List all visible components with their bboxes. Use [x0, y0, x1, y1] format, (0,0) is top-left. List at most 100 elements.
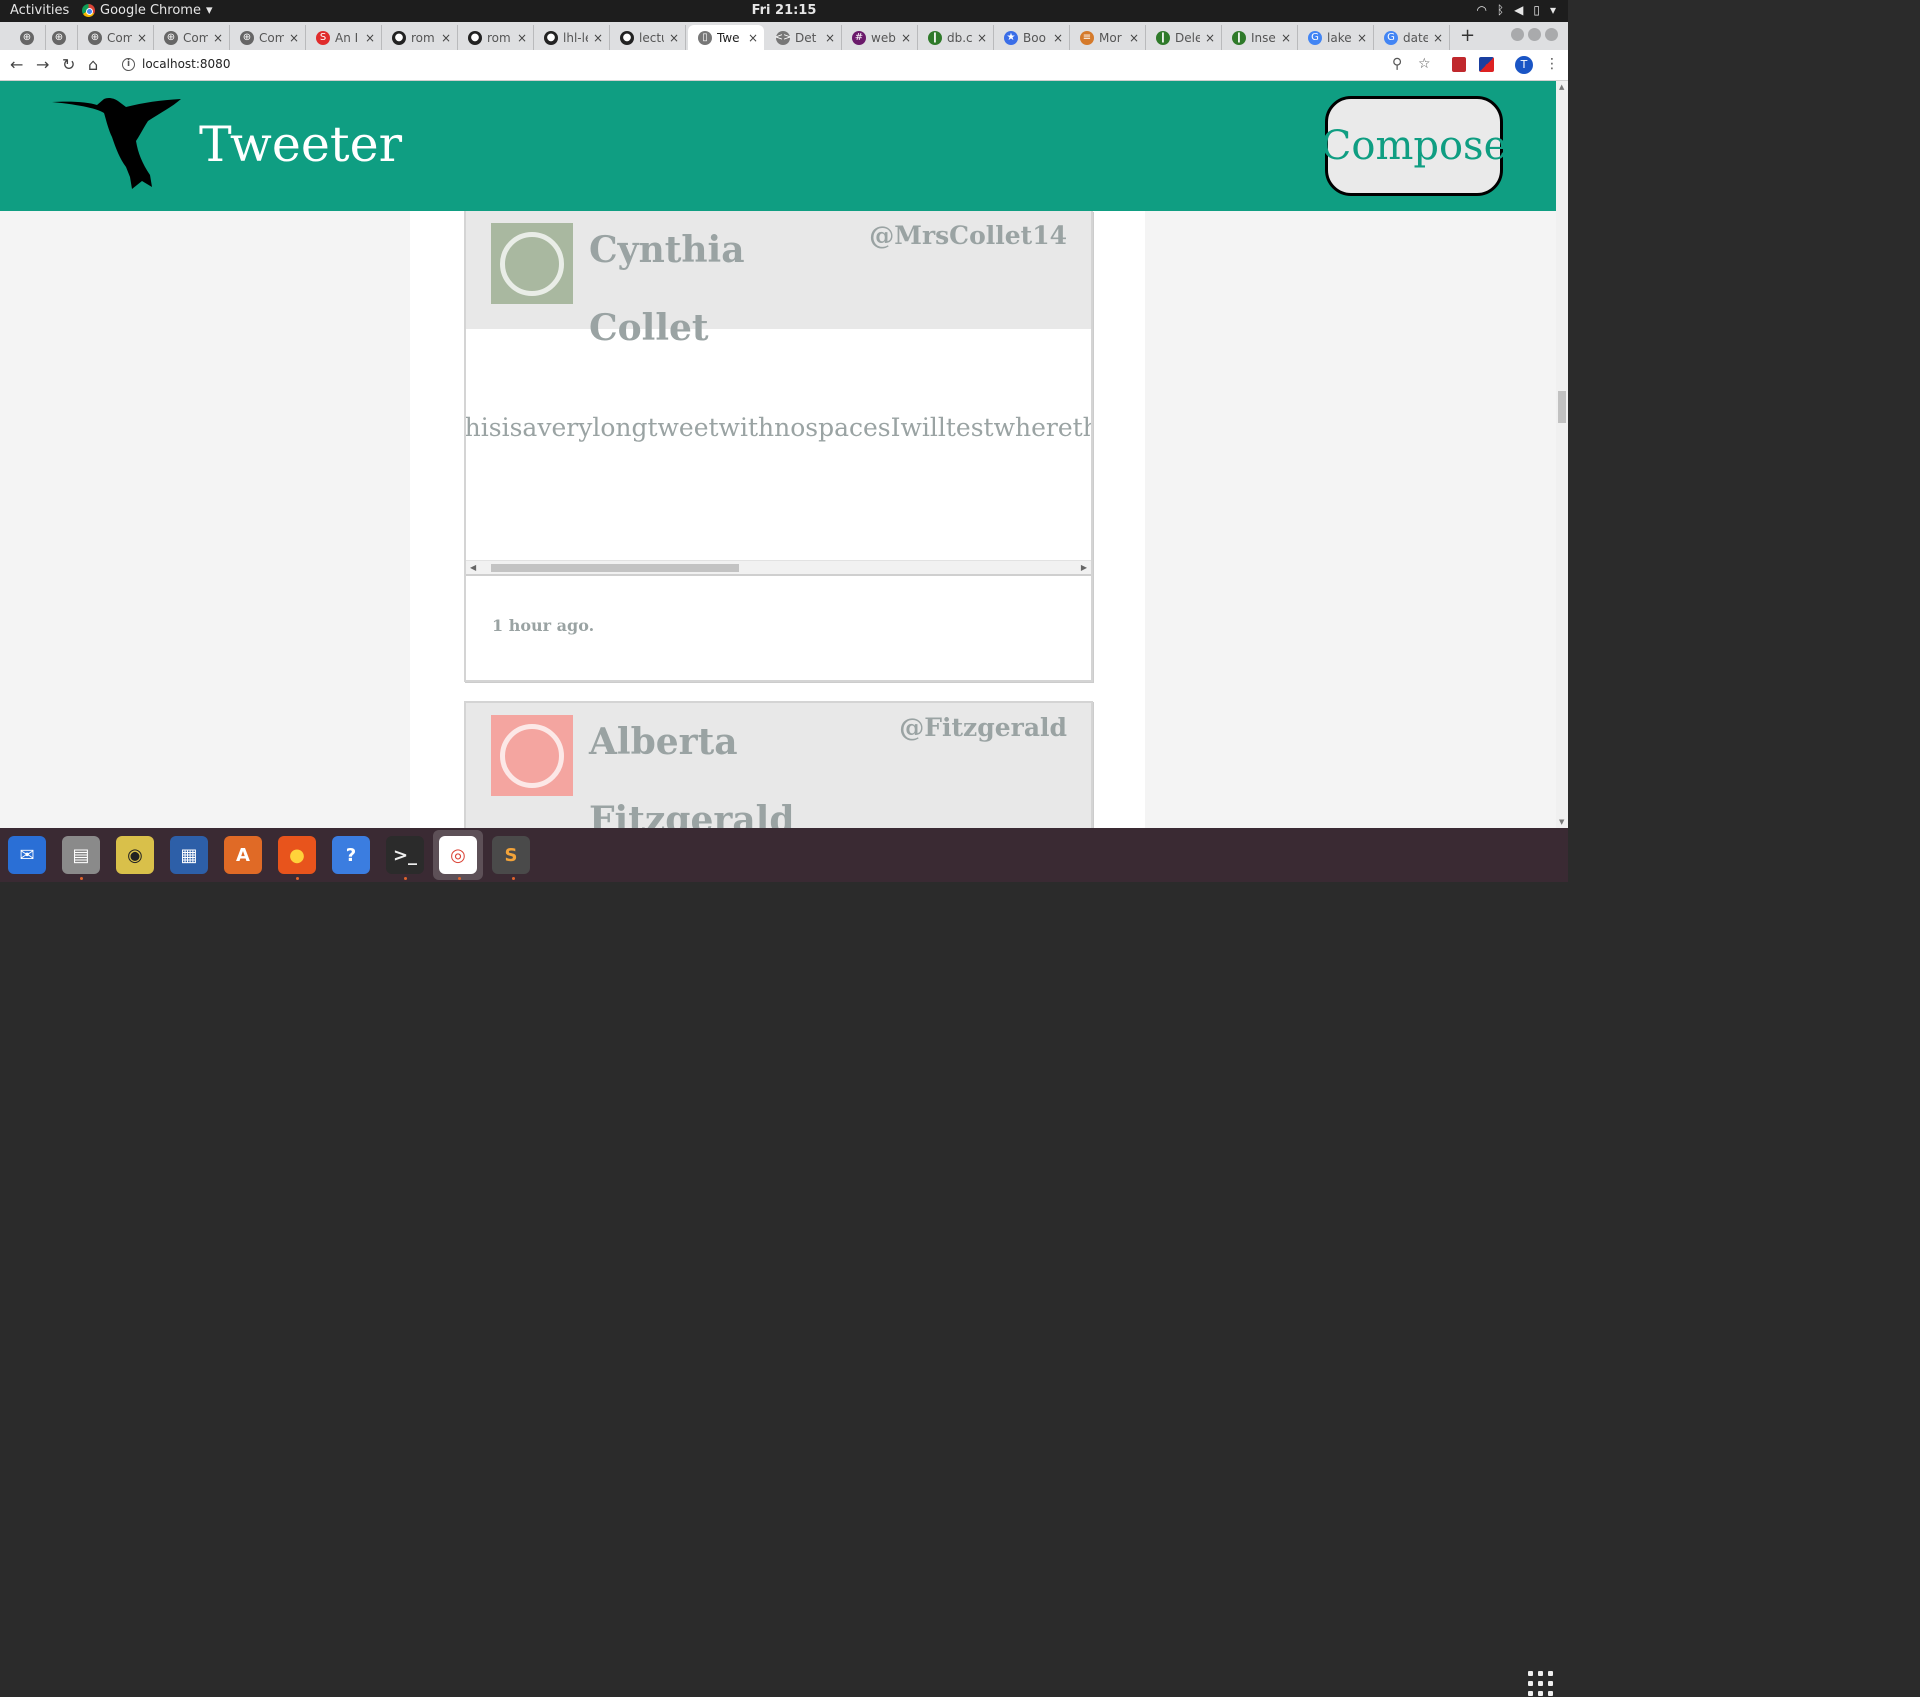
browser-tab[interactable]: ⊕ Com × [154, 25, 230, 50]
tab-title: date [1403, 30, 1428, 45]
close-tab-icon[interactable]: × [441, 31, 451, 45]
volume-icon: ◀ [1514, 3, 1524, 17]
browser-tab[interactable]: ≡ Mor × [1070, 25, 1146, 50]
reload-icon[interactable]: ↻ [62, 55, 75, 74]
horizontal-scrollbar[interactable]: ◀ ▶ [466, 560, 1091, 574]
scroll-left-icon[interactable]: ◀ [470, 563, 476, 572]
thunderbird-icon[interactable]: ✉ [8, 836, 46, 874]
browser-tab[interactable]: ● rom × [458, 25, 534, 50]
battery-icon: ▯ [1533, 3, 1540, 17]
close-window-button[interactable] [1545, 28, 1558, 41]
extension-flag-icon[interactable] [1479, 57, 1494, 72]
tweet-text-container: ThisisaverylongtweetwithnospacesIwilltes… [466, 413, 1091, 442]
tab-title: web [871, 30, 896, 45]
scrollbar-thumb[interactable] [491, 564, 739, 572]
terminal-icon[interactable]: >_ [386, 836, 424, 874]
address-bar[interactable]: localhost:8080 [142, 57, 230, 71]
browser-tab[interactable]: ❙ Inse × [1222, 25, 1298, 50]
browser-tab[interactable]: ● rom × [382, 25, 458, 50]
chevron-down-icon: ▾ [1549, 3, 1556, 17]
close-tab-icon[interactable]: × [1357, 31, 1367, 45]
chrome-icon[interactable]: ◎ [433, 830, 483, 880]
scroll-right-icon[interactable]: ▶ [1081, 563, 1087, 572]
back-arrow-icon[interactable]: ← [10, 55, 23, 74]
scrollbar-thumb[interactable] [1558, 391, 1566, 423]
wifi-icon: ◠ [1476, 3, 1487, 17]
software-center-icon[interactable]: A [224, 836, 262, 874]
home-icon[interactable]: ⌂ [88, 55, 98, 74]
scribd-icon: S [316, 30, 330, 45]
firefox-icon[interactable]: ● [278, 836, 316, 874]
profile-avatar[interactable]: T [1515, 56, 1533, 74]
close-tab-icon[interactable]: × [593, 31, 603, 45]
browser-tab[interactable]: <> Det × [766, 25, 842, 50]
page-vertical-scrollbar[interactable]: ▲ ▼ [1556, 81, 1568, 828]
tab-title: Dele [1175, 30, 1200, 45]
scroll-up-icon[interactable]: ▲ [1559, 83, 1564, 91]
close-tab-icon[interactable]: × [365, 31, 375, 45]
tab-title: rom [487, 30, 511, 45]
minimize-button[interactable] [1511, 28, 1524, 41]
tweet-author-name: Alberta Fitzgerald [589, 721, 795, 828]
show-applications-icon[interactable] [1528, 1671, 1554, 1697]
browser-tab[interactable]: ⊕ Com × [230, 25, 306, 50]
close-tab-icon[interactable]: × [825, 31, 835, 45]
star-icon: ★ [1004, 30, 1018, 45]
browser-tab[interactable]: ⊕ [46, 25, 78, 50]
close-tab-icon[interactable]: × [901, 31, 911, 45]
forward-arrow-icon[interactable]: → [36, 55, 49, 74]
close-tab-icon[interactable]: × [748, 31, 758, 45]
close-tab-icon[interactable]: × [137, 31, 147, 45]
kebab-menu-icon[interactable]: ⋮ [1545, 56, 1559, 72]
close-tab-icon[interactable]: × [517, 31, 527, 45]
site-info-icon[interactable]: i [122, 58, 135, 71]
browser-tab[interactable]: # web × [842, 25, 918, 50]
close-tab-icon[interactable]: × [1053, 31, 1063, 45]
close-tab-icon[interactable]: × [213, 31, 223, 45]
rhythmbox-icon[interactable]: ◉ [116, 836, 154, 874]
close-tab-icon[interactable]: × [1129, 31, 1139, 45]
hummingbird-logo-icon [52, 97, 181, 189]
files-icon[interactable]: ▤ [62, 836, 100, 874]
tweet-text: ThisisaverylongtweetwithnospacesIwilltes… [466, 413, 1091, 442]
close-tab-icon[interactable]: × [1281, 31, 1291, 45]
ublock-extension-icon[interactable] [1452, 57, 1466, 72]
browser-tab[interactable]: ❙ db.c × [918, 25, 994, 50]
running-indicator [458, 877, 461, 880]
browser-tab[interactable]: Glake × [1298, 25, 1374, 50]
github-icon: ● [468, 30, 482, 45]
window-controls [1511, 28, 1558, 41]
close-tab-icon[interactable]: × [669, 31, 679, 45]
browser-tab[interactable]: ⊕ Com × [78, 25, 154, 50]
new-tab-button[interactable]: + [1460, 25, 1475, 46]
scroll-down-icon[interactable]: ▼ [1559, 818, 1564, 826]
bluetooth-icon: ᛒ [1496, 3, 1505, 17]
browser-tab[interactable]: ❙ Dele × [1146, 25, 1222, 50]
close-tab-icon[interactable]: × [289, 31, 299, 45]
browser-tab[interactable]: ● lectu × [610, 25, 686, 50]
settings-icon: ⊕ [164, 30, 178, 45]
system-tray[interactable]: ◠ ᛒ ◀ ▯ ▾ [1476, 3, 1556, 17]
clock[interactable]: Fri 21:15 [0, 3, 1568, 18]
browser-tab[interactable]: Gdate × [1374, 25, 1450, 50]
sublime-icon[interactable]: S [492, 836, 530, 874]
help-icon[interactable]: ? [332, 836, 370, 874]
bookmark-star-icon[interactable]: ☆ [1418, 56, 1431, 72]
browser-tab[interactable]: ▯ Twe × [688, 25, 764, 50]
maximize-button[interactable] [1528, 28, 1541, 41]
terminal-icon-glyph: >_ [386, 836, 424, 874]
tweet-timestamp: 1 hour ago. [492, 616, 595, 635]
browser-tab[interactable]: ★ Boo × [994, 25, 1070, 50]
browser-tab[interactable]: S An I × [306, 25, 382, 50]
browser-tab[interactable]: ⊕ [14, 25, 46, 50]
close-tab-icon[interactable]: × [1205, 31, 1215, 45]
github-icon: ● [544, 30, 558, 45]
zoom-icon[interactable]: ⚲ [1392, 56, 1402, 72]
browser-tab[interactable]: ● lhl-le × [534, 25, 610, 50]
google-icon: G [1384, 30, 1398, 45]
writer-icon[interactable]: ▦ [170, 836, 208, 874]
compose-button[interactable]: Compose [1321, 96, 1507, 196]
close-tab-icon[interactable]: × [977, 31, 987, 45]
close-tab-icon[interactable]: × [1433, 31, 1443, 45]
tab-title: rom [411, 30, 435, 45]
